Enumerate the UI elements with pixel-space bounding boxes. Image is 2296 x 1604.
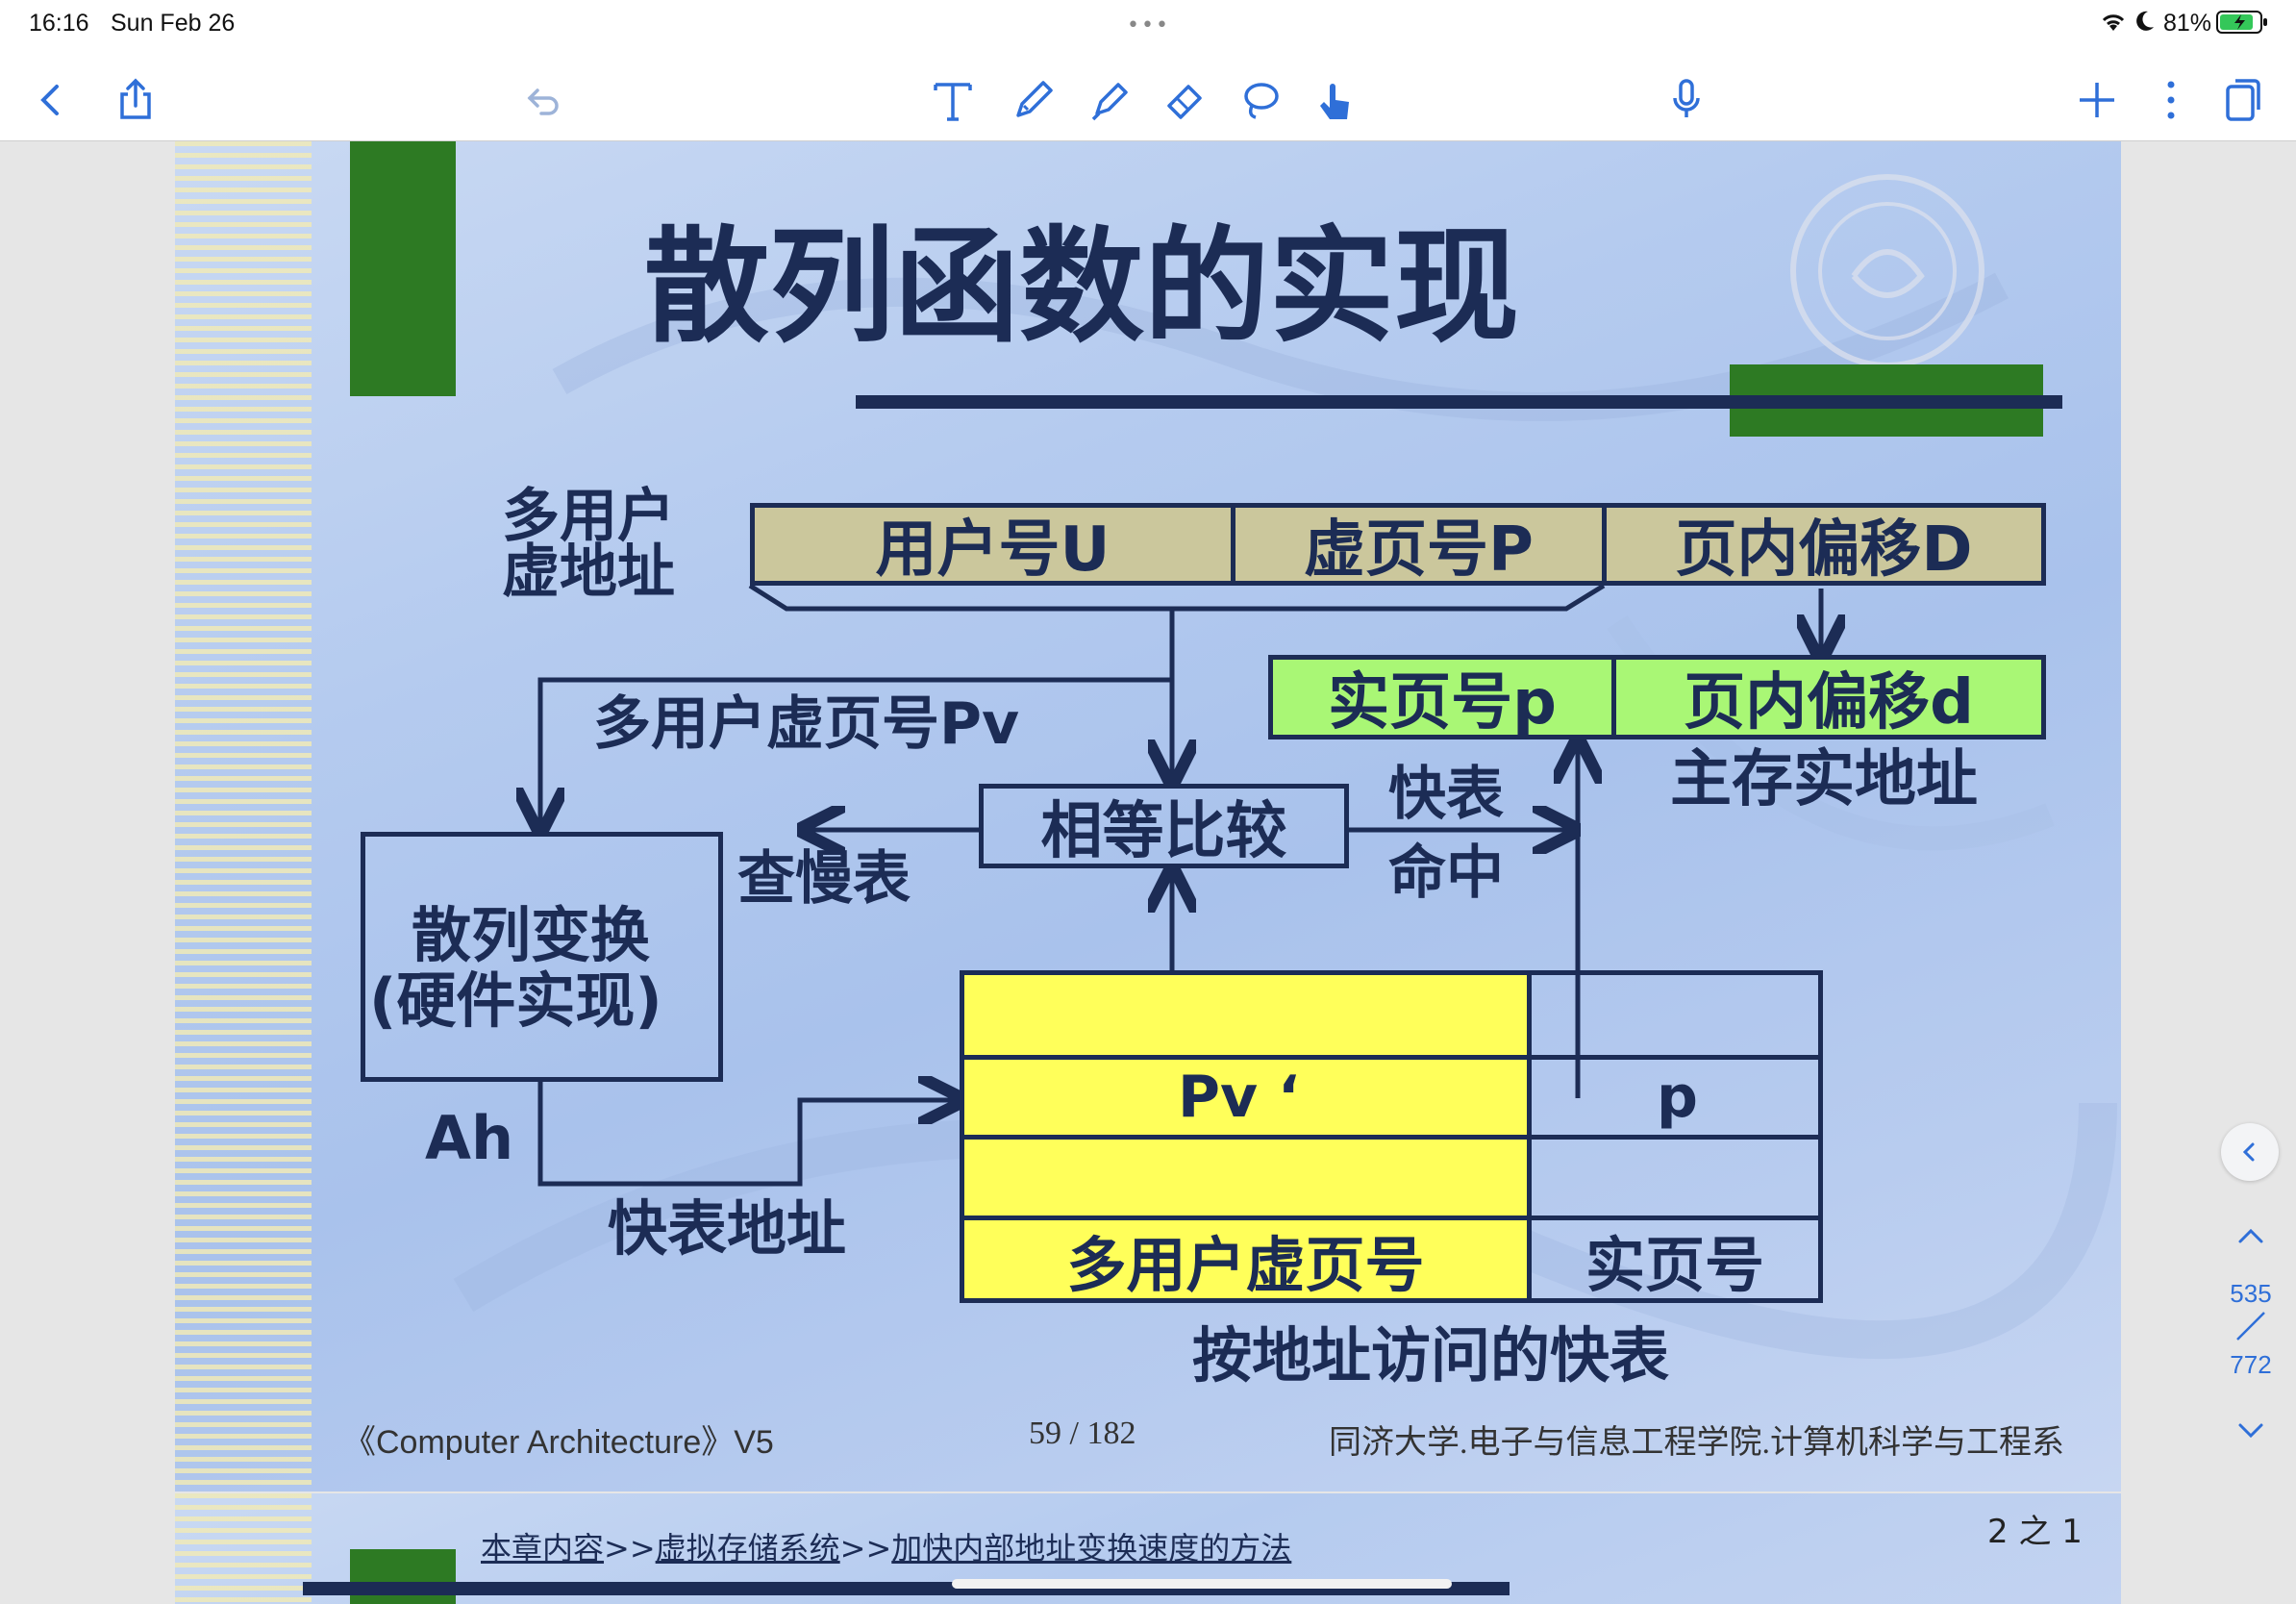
user-number-field: 用户号U bbox=[755, 508, 1235, 586]
slow-table-label: 查慢表 bbox=[737, 845, 911, 913]
moon-icon bbox=[2134, 10, 2156, 37]
virtual-page-field: 虚页号P bbox=[1235, 508, 1607, 586]
breadcrumb-chapter[interactable]: 本章内容 bbox=[481, 1530, 604, 1566]
status-date: Sun Feb 26 bbox=[111, 10, 236, 37]
hand-touch-icon[interactable] bbox=[1309, 73, 1362, 127]
chevron-left-icon[interactable] bbox=[24, 73, 78, 127]
sidebar-toggle-button[interactable] bbox=[2221, 1123, 2279, 1181]
breadcrumb-topic[interactable]: 加快内部地址变换速度的方法 bbox=[891, 1530, 1291, 1566]
slide-page: 散列函数的实现 多用户 虚地址 用户号U 虚页号P 页内偏移D 实页号p 页内偏… bbox=[175, 141, 2121, 1491]
virtual-address-label-1: 多用户 bbox=[502, 483, 675, 550]
breadcrumb: 本章内容>>虚拟存储系统>>加快内部地址变换速度的方法 bbox=[481, 1524, 1291, 1568]
chevron-left-icon bbox=[2242, 1142, 2255, 1162]
footer-institution: 同济大学.电子与信息工程学院.计算机科学与工程系 bbox=[1329, 1425, 2064, 1461]
hit-label-2: 命中 bbox=[1388, 840, 1504, 907]
multitask-dots-icon[interactable]: ••• bbox=[1127, 13, 1170, 38]
tlb-col2-header: 实页号 bbox=[1585, 1229, 1764, 1300]
breadcrumb-section[interactable]: 虚拟存储系统 bbox=[656, 1530, 840, 1566]
hash-transform-box: 散列变换 (硬件实现) bbox=[361, 832, 723, 1082]
pages-icon[interactable] bbox=[2216, 73, 2270, 127]
page-indicator: 535 772 bbox=[2227, 1279, 2275, 1380]
main-memory-address-label: 主存实地址 bbox=[1670, 744, 1978, 815]
pv-label: 多用户虚页号Pv bbox=[593, 690, 1020, 758]
ah-label: Ah bbox=[425, 1103, 514, 1173]
home-indicator bbox=[952, 1579, 1452, 1589]
share-icon[interactable] bbox=[109, 73, 162, 127]
virtual-address-label-2: 虚地址 bbox=[502, 539, 675, 606]
tlb-table: Pv ‘ p 多用户虚页号 实页号 bbox=[960, 970, 1823, 1303]
tlb-pv-entry: Pv ‘ bbox=[1178, 1064, 1300, 1131]
virtual-address-register: 用户号U 虚页号P 页内偏移D bbox=[750, 503, 2046, 586]
highlighter-icon[interactable] bbox=[1084, 73, 1137, 127]
microphone-icon[interactable] bbox=[1660, 73, 1713, 127]
tlb-address-label: 快表地址 bbox=[608, 1193, 847, 1264]
tlb-caption: 按地址访问的快表 bbox=[1192, 1320, 1670, 1391]
status-time: 16:16 bbox=[29, 10, 89, 37]
battery-icon bbox=[2216, 10, 2268, 38]
status-bar: 16:16 Sun Feb 26 ••• 81% bbox=[0, 0, 2296, 46]
page-of-label: 2 之 1 bbox=[1987, 1513, 2083, 1551]
text-tool-icon[interactable] bbox=[926, 73, 980, 127]
chevron-up-icon bbox=[2238, 1228, 2263, 1243]
real-page-field: 实页号p bbox=[1273, 660, 1616, 739]
pen-icon[interactable] bbox=[1007, 73, 1061, 127]
undo-icon[interactable] bbox=[516, 73, 570, 127]
toolbar bbox=[0, 46, 2296, 141]
breadcrumb-sep-2: >> bbox=[839, 1530, 892, 1566]
real-offset-field: 页内偏移d bbox=[1684, 667, 1974, 739]
compare-box: 相等比较 bbox=[979, 784, 1349, 868]
hit-label-1: 快表 bbox=[1388, 761, 1504, 828]
previous-page-button[interactable] bbox=[2227, 1216, 2275, 1255]
plus-icon[interactable] bbox=[2070, 73, 2124, 127]
tlb-p-entry: p bbox=[1657, 1064, 1698, 1131]
next-page-button[interactable] bbox=[2227, 1412, 2275, 1450]
current-page-number: 535 bbox=[2230, 1279, 2272, 1308]
slide2-accent-block bbox=[350, 1549, 456, 1604]
tlb-row-divider-1 bbox=[964, 1055, 1818, 1060]
chevron-down-icon bbox=[2238, 1423, 2263, 1439]
real-address-register: 实页号p 页内偏移d bbox=[1268, 655, 2046, 739]
footer-slide-number: 59 / 182 bbox=[1029, 1416, 1136, 1451]
footer-course: 《Computer Architecture》V5 bbox=[343, 1424, 774, 1461]
more-vertical-icon[interactable] bbox=[2144, 73, 2198, 127]
battery-percent: 81% bbox=[2163, 10, 2212, 37]
slash-divider bbox=[2236, 1312, 2265, 1341]
page-offset-field: 页内偏移D bbox=[1675, 514, 1973, 586]
eraser-icon[interactable] bbox=[1158, 73, 1211, 127]
total-pages-number: 772 bbox=[2230, 1350, 2272, 1379]
tlb-row-divider-2 bbox=[964, 1135, 1818, 1140]
hash-label-2: (硬件实现) bbox=[369, 965, 662, 1036]
lasso-icon[interactable] bbox=[1233, 73, 1286, 127]
slide2-stripes bbox=[175, 1493, 312, 1604]
tlb-col1-header: 多用户虚页号 bbox=[1066, 1229, 1425, 1300]
breadcrumb-sep-1: >> bbox=[604, 1530, 656, 1566]
wifi-icon bbox=[2099, 10, 2128, 37]
